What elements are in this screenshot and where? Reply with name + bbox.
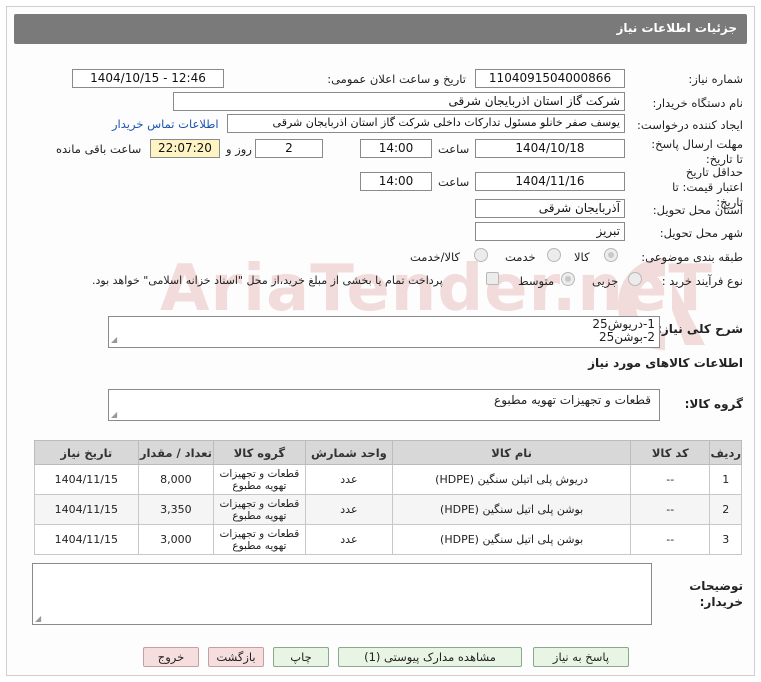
- col-header-name: نام کالا: [392, 440, 632, 465]
- cell-code: --: [630, 464, 711, 495]
- cell-date: 1404/11/15: [34, 464, 139, 495]
- cell-qty: 3,000: [137, 524, 215, 555]
- payment-note: پرداخت تمام یا بخشی از مبلغ خرید،از محل …: [92, 274, 443, 287]
- cell-qty: 3,350: [137, 494, 215, 525]
- process-radio-minor[interactable]: [628, 272, 642, 286]
- print-button[interactable]: چاپ: [273, 647, 329, 667]
- city-field: تبریز: [475, 222, 625, 241]
- days-field: 2: [255, 139, 323, 158]
- cell-code: --: [630, 524, 711, 555]
- process-minor-label: جزیی: [592, 274, 619, 288]
- process-label: نوع فرآیند خرید :: [661, 274, 743, 288]
- validity-time-field: 14:00: [360, 172, 432, 191]
- col-header-group: گروه کالا: [213, 440, 306, 465]
- category-label: طبقه بندی موضوعی:: [641, 250, 743, 264]
- buyer-org-field: شرکت گاز استان اذربایجان شرقی: [173, 92, 625, 111]
- category-radio-goods[interactable]: [604, 248, 618, 262]
- cell-unit: عدد: [304, 464, 394, 495]
- creator-label: ایجاد کننده درخواست:: [637, 118, 743, 132]
- summary-line-1: 1-دریوش25: [592, 317, 655, 331]
- buyer-contact-link[interactable]: اطلاعات تماس خریدار: [112, 117, 219, 131]
- validity-time-label: ساعت: [438, 175, 470, 189]
- cell-name: بوشن پلی اتیل سنگین (HDPE): [392, 524, 632, 555]
- reply-button[interactable]: پاسخ به نیاز: [533, 647, 629, 667]
- cell-row: 2: [709, 494, 742, 525]
- back-button[interactable]: بازگشت: [208, 647, 264, 667]
- process-medium-label: متوسط: [518, 274, 555, 288]
- resize-grip-icon[interactable]: ◢: [35, 614, 41, 623]
- reply-time-label: ساعت: [438, 142, 470, 156]
- process-radio-medium[interactable]: [561, 272, 575, 286]
- cell-date: 1404/11/15: [34, 524, 139, 555]
- cell-unit: عدد: [304, 524, 394, 555]
- cell-unit: عدد: [304, 494, 394, 525]
- cell-name: دریوش پلی اتیلن سنگین (HDPE): [392, 464, 632, 495]
- col-header-date: تاریخ نیاز: [34, 440, 139, 465]
- col-header-qty: تعداد / مقدار: [137, 440, 215, 465]
- col-header-unit: واحد شمارش: [304, 440, 394, 465]
- city-label: شهر محل تحویل:: [659, 226, 743, 240]
- cell-group: قطعات و تجهیزات تهویه مطبوع: [213, 464, 306, 495]
- announce-field: 1404/10/15 - 12:46: [72, 69, 224, 88]
- cell-row: 3: [709, 524, 742, 555]
- category-service-label: خدمت: [505, 250, 536, 264]
- col-header-row: ردیف: [709, 440, 742, 465]
- cell-code: --: [630, 494, 711, 525]
- col-header-code: کد کالا: [630, 440, 711, 465]
- reply-time-field: 14:00: [360, 139, 432, 158]
- table-row: 1 -- دریوش پلی اتیلن سنگین (HDPE) عدد قط…: [34, 464, 742, 495]
- province-field: آذربایجان شرقی: [475, 199, 625, 218]
- table-row: 2 -- بوشن پلی اتیل سنگین (HDPE) عدد قطعا…: [34, 494, 742, 525]
- cell-row: 1: [709, 464, 742, 495]
- category-goods-label: کالا: [574, 250, 590, 264]
- summary-textarea[interactable]: 1-دریوش25 2-بوشن25 ◢: [108, 316, 660, 348]
- category-goods-service-label: کالا/خدمت: [410, 250, 461, 264]
- announce-label: تاریخ و ساعت اعلان عمومی:: [327, 72, 466, 86]
- reply-date-field: 1404/10/18: [475, 139, 625, 158]
- goods-group-label: گروه کالا:: [684, 397, 743, 411]
- buyer-org-label: نام دستگاه خریدار:: [652, 96, 743, 110]
- table-row: 3 -- بوشن پلی اتیل سنگین (HDPE) عدد قطعا…: [34, 524, 742, 555]
- cell-qty: 8,000: [137, 464, 215, 495]
- need-number-label: شماره نیاز:: [688, 72, 743, 86]
- items-table: ردیف کد کالا نام کالا واحد شمارش گروه کا…: [34, 440, 742, 555]
- province-label: استان محل تحویل:: [652, 203, 743, 217]
- resize-grip-icon[interactable]: ◢: [111, 333, 117, 346]
- cell-group: قطعات و تجهیزات تهویه مطبوع: [213, 494, 306, 525]
- resize-grip-icon[interactable]: ◢: [111, 410, 117, 419]
- buyer-notes-label: توضیحات خریدار:: [689, 579, 743, 609]
- days-label: روز و: [226, 142, 252, 156]
- need-number-field: 1104091504000866: [475, 69, 625, 88]
- goods-group-value: قطعات و تجهیزات تهویه مطبوع: [494, 393, 651, 407]
- table-header-row: ردیف کد کالا نام کالا واحد شمارش گروه کا…: [34, 440, 742, 465]
- exit-button[interactable]: خروج: [143, 647, 199, 667]
- treasury-checkbox[interactable]: [486, 272, 499, 285]
- remaining-label: ساعت باقی مانده: [56, 142, 142, 156]
- cell-date: 1404/11/15: [34, 494, 139, 525]
- remaining-time-field: 22:07:20: [150, 139, 220, 158]
- reply-deadline-label: مهلت ارسال پاسخ: تا تاریخ:: [651, 137, 743, 166]
- cell-group: قطعات و تجهیزات تهویه مطبوع: [213, 524, 306, 555]
- cell-name: بوشن پلی اتیل سنگین (HDPE): [392, 494, 632, 525]
- buyer-notes-textarea[interactable]: ◢: [32, 563, 652, 625]
- goods-section-title: اطلاعات کالاهای مورد نیاز: [588, 356, 743, 370]
- summary-label: شرح کلی نیاز:: [657, 322, 743, 336]
- goods-group-field[interactable]: قطعات و تجهیزات تهویه مطبوع ◢: [108, 389, 660, 421]
- page-title: جزئیات اطلاعات نیاز: [14, 14, 747, 44]
- validity-date-field: 1404/11/16: [475, 172, 625, 191]
- creator-field: یوسف صفر خانلو مسئول تدارکات داخلی شرکت …: [227, 114, 625, 133]
- category-radio-goods-service[interactable]: [474, 248, 488, 262]
- category-radio-service[interactable]: [547, 248, 561, 262]
- summary-line-2: 2-بوشن25: [599, 330, 655, 344]
- attachments-button[interactable]: مشاهده مدارک پیوستی (1): [338, 647, 522, 667]
